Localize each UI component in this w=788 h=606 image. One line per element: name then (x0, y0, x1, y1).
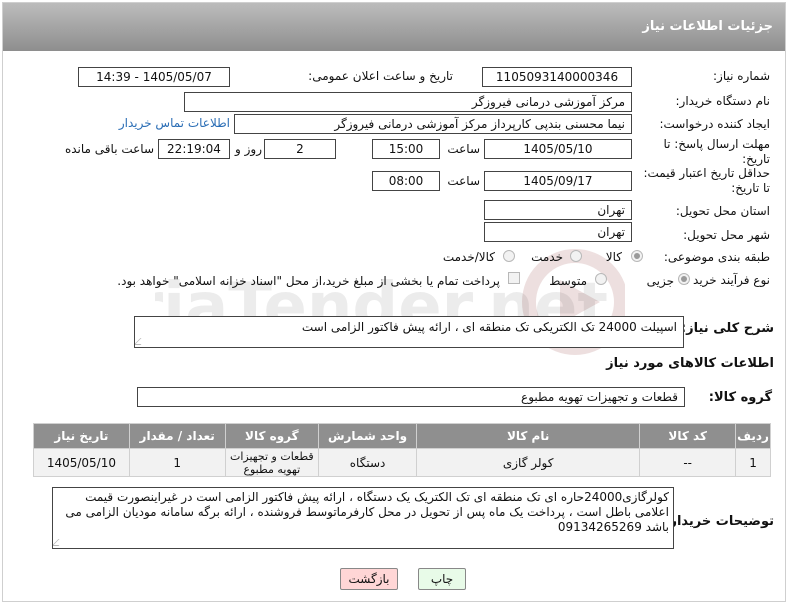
reply-deadline-label: مهلت ارسال پاسخ: تا تاریخ: (663, 137, 770, 166)
col-date: تاریخ نیاز (33, 423, 130, 449)
price-validity-label: حداقل تاریخ اعتبار قیمت: تا تاریخ: (643, 166, 770, 195)
table-row: 1 -- کولر گازی دستگاه قطعات و تجهیزات ته… (33, 448, 771, 477)
cell-row: 1 (735, 448, 771, 477)
buyer-contact-link[interactable]: اطلاعات تماس خریدار (119, 116, 230, 130)
need-number-field: 1105093140000346 (482, 67, 632, 87)
reply-days-field: 2 (264, 139, 336, 159)
col-row: ردیف (735, 423, 771, 449)
col-group: گروه کالا (224, 423, 320, 449)
category-goods-radio[interactable] (631, 250, 643, 262)
buyer-notes-text: کولرگازی24000حاره ای تک منطقه ای تک الکت… (65, 490, 669, 534)
treasury-payment-note: پرداخت تمام یا بخشی از مبلغ خرید،از محل … (117, 274, 500, 288)
goods-table-header: ردیف کد کالا نام کالا واحد شمارش گروه کا… (33, 423, 771, 449)
col-code: کد کالا (639, 423, 737, 449)
requester-label: ایجاد کننده درخواست: (659, 117, 770, 131)
cell-group: قطعات و تجهیزات تهویه مطبوع (224, 448, 320, 477)
category-service-radio[interactable] (570, 250, 582, 262)
reply-deadline-date-field: 1405/05/10 (484, 139, 632, 159)
announce-datetime-field: 1405/05/07 - 14:39 (78, 67, 230, 87)
resize-handle-icon[interactable] (53, 539, 66, 546)
cell-unit: دستگاه (318, 448, 417, 477)
delivery-city-label: شهر محل تحویل: (683, 228, 770, 242)
reply-deadline-time-label: ساعت (447, 142, 480, 156)
description-text: اسپیلت 24000 تک الکتریکی تک منطقه ای ، ا… (301, 320, 677, 334)
delivery-province-field: تهران (484, 200, 632, 220)
cell-qty: 1 (128, 448, 226, 477)
delivery-province-label: استان محل تحویل: (675, 204, 770, 218)
description-label: شرح کلی نیاز: (680, 321, 774, 336)
col-name: نام کالا (415, 423, 641, 449)
process-medium-radio[interactable] (595, 273, 607, 285)
requester-field: نیما محسنی بندپی کارپرداز مرکز آموزشی در… (234, 114, 632, 134)
back-button[interactable]: بازگشت (340, 568, 398, 590)
goods-section-title: اطلاعات کالاهای مورد نیاز (606, 356, 774, 371)
panel-header: جزئیات اطلاعات نیاز (3, 3, 785, 51)
goods-group-label: گروه کالا: (708, 390, 772, 405)
category-goods-label: کالا (605, 250, 622, 264)
category-service-label: خدمت (531, 250, 563, 264)
process-minor-radio[interactable] (678, 273, 690, 285)
buyer-notes-textarea: کولرگازی24000حاره ای تک منطقه ای تک الکت… (52, 487, 674, 549)
category-goods-service-radio[interactable] (503, 250, 515, 262)
goods-group-field: قطعات و تجهیزات تهویه مطبوع (137, 387, 685, 407)
cell-date: 1405/05/10 (33, 448, 130, 477)
buyer-notes-label: توضیحات خریدار: (664, 514, 774, 529)
remaining-time-label: ساعت باقی مانده (64, 142, 154, 156)
process-minor-label: جزیی (646, 274, 674, 288)
buyer-org-label: نام دستگاه خریدار: (675, 94, 771, 108)
delivery-city-field: تهران (484, 222, 632, 242)
resize-handle-icon[interactable] (135, 338, 148, 345)
days-label: روز و (235, 142, 262, 156)
process-label: نوع فرآیند خرید : (685, 273, 770, 287)
category-label: طبقه بندی موضوعی: (663, 250, 770, 264)
cell-name: کولر گازی (415, 448, 641, 477)
treasury-payment-checkbox[interactable] (508, 272, 520, 284)
price-validity-date-field: 1405/09/17 (484, 171, 632, 191)
need-number-label: شماره نیاز: (713, 69, 770, 83)
col-unit: واحد شمارش (318, 423, 417, 449)
price-validity-time-field: 08:00 (372, 171, 440, 191)
process-medium-label: متوسط (549, 274, 587, 288)
remaining-time-field: 22:19:04 (158, 139, 230, 159)
reply-deadline-time-field: 15:00 (372, 139, 440, 159)
cell-code: -- (639, 448, 737, 477)
price-validity-time-label: ساعت (447, 174, 480, 188)
buyer-org-field: مرکز آموزشی درمانی فیروزگر (184, 92, 632, 112)
col-qty: تعداد / مقدار (128, 423, 226, 449)
description-textarea: اسپیلت 24000 تک الکتریکی تک منطقه ای ، ا… (134, 316, 684, 348)
category-goods-service-label: کالا/خدمت (442, 250, 495, 264)
goods-table: ردیف کد کالا نام کالا واحد شمارش گروه کا… (33, 423, 771, 477)
panel-title: جزئیات اطلاعات نیاز (642, 19, 773, 34)
print-button[interactable]: چاپ (418, 568, 466, 590)
announce-label: تاریخ و ساعت اعلان عمومی: (308, 69, 453, 83)
